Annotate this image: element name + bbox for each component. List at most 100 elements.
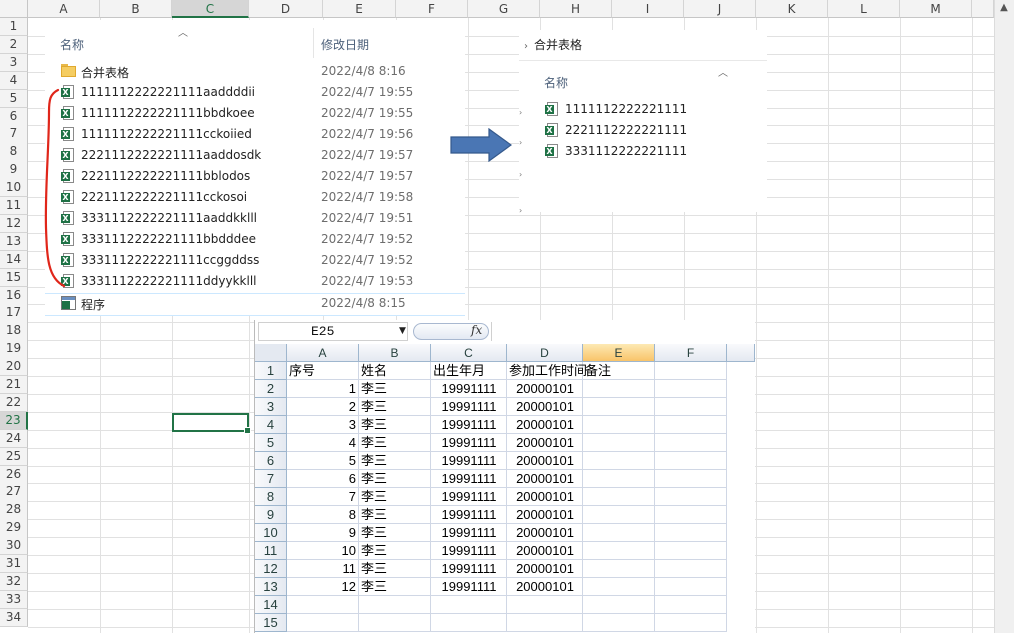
row-header-30[interactable]: 30 bbox=[0, 537, 28, 556]
data-cell[interactable]: 20000101 bbox=[507, 506, 583, 524]
data-cell[interactable]: 李三 bbox=[359, 416, 431, 434]
data-cell[interactable]: 19991111 bbox=[431, 470, 507, 488]
cell[interactable] bbox=[583, 560, 655, 578]
name-box[interactable]: E25 bbox=[258, 322, 408, 341]
file-row[interactable]: X 3331112222221111 bbox=[519, 142, 767, 163]
data-cell[interactable]: 19991111 bbox=[431, 434, 507, 452]
data-cell[interactable]: 20000101 bbox=[507, 524, 583, 542]
row-header-11[interactable]: 11 bbox=[0, 197, 28, 216]
tree-chevron-icon[interactable]: › bbox=[519, 108, 522, 117]
file-row[interactable]: 合并表格 2022/4/8 8:16 bbox=[45, 62, 465, 83]
cell[interactable] bbox=[583, 506, 655, 524]
cell[interactable] bbox=[287, 614, 359, 632]
file-row[interactable]: X 1111112222221111cckoiied 2022/4/7 19:56 bbox=[45, 125, 465, 146]
cell[interactable] bbox=[655, 596, 727, 614]
file-row[interactable]: X 2221112222221111aaddosdk 2022/4/7 19:57 bbox=[45, 146, 465, 167]
data-cell[interactable]: 李三 bbox=[359, 506, 431, 524]
row-header-17[interactable]: 17 bbox=[0, 304, 28, 323]
row-header-11[interactable]: 11 bbox=[255, 542, 287, 560]
data-cell[interactable]: 李三 bbox=[359, 560, 431, 578]
row-header-14[interactable]: 14 bbox=[255, 596, 287, 614]
data-cell[interactable]: 19991111 bbox=[431, 488, 507, 506]
cell[interactable] bbox=[655, 524, 727, 542]
cell[interactable] bbox=[431, 614, 507, 632]
data-cell[interactable]: 7 bbox=[287, 488, 359, 506]
row-header-1[interactable]: 1 bbox=[0, 18, 28, 37]
data-cell[interactable]: 19991111 bbox=[431, 452, 507, 470]
tree-chevron-icon[interactable]: › bbox=[519, 206, 522, 215]
column-header-j[interactable]: J bbox=[684, 0, 756, 18]
data-cell[interactable]: 李三 bbox=[359, 524, 431, 542]
cell[interactable] bbox=[583, 398, 655, 416]
column-header-f[interactable]: F bbox=[655, 344, 727, 362]
cell[interactable] bbox=[583, 524, 655, 542]
cell[interactable] bbox=[655, 434, 727, 452]
data-cell[interactable]: 3 bbox=[287, 416, 359, 434]
dropdown-arrow-icon[interactable]: ▼ bbox=[399, 326, 406, 336]
row-header-27[interactable]: 27 bbox=[0, 483, 28, 502]
select-all-corner[interactable] bbox=[0, 0, 28, 18]
row-header-32[interactable]: 32 bbox=[0, 572, 28, 592]
column-header-date[interactable]: 修改日期 bbox=[321, 36, 369, 53]
row-header-14[interactable]: 14 bbox=[0, 250, 28, 270]
row-header-22[interactable]: 22 bbox=[0, 393, 28, 413]
cell[interactable] bbox=[655, 380, 727, 398]
cell[interactable] bbox=[359, 614, 431, 632]
cell[interactable] bbox=[507, 596, 583, 614]
data-cell[interactable]: 20000101 bbox=[507, 542, 583, 560]
cell[interactable] bbox=[655, 506, 727, 524]
cell[interactable] bbox=[583, 488, 655, 506]
row-header-13[interactable]: 13 bbox=[255, 578, 287, 596]
row-header-21[interactable]: 21 bbox=[0, 376, 28, 395]
cell[interactable] bbox=[655, 488, 727, 506]
header-cell[interactable]: 备注 bbox=[583, 362, 655, 380]
file-row[interactable]: X 2221112222221111cckosoi 2022/4/7 19:58 bbox=[45, 188, 465, 209]
data-cell[interactable]: 20000101 bbox=[507, 560, 583, 578]
column-header-h[interactable]: H bbox=[540, 0, 612, 18]
column-header-name[interactable]: 名称 bbox=[544, 74, 568, 91]
data-cell[interactable]: 6 bbox=[287, 470, 359, 488]
row-header-20[interactable]: 20 bbox=[0, 358, 28, 377]
row-header-9[interactable]: 9 bbox=[0, 161, 28, 180]
data-cell[interactable]: 李三 bbox=[359, 434, 431, 452]
cell[interactable] bbox=[287, 596, 359, 614]
column-header-c[interactable]: C bbox=[172, 0, 249, 18]
cell[interactable] bbox=[507, 614, 583, 632]
cell[interactable] bbox=[583, 452, 655, 470]
file-row[interactable]: X 3331112222221111ccggddss 2022/4/7 19:52 bbox=[45, 251, 465, 272]
data-cell[interactable]: 19991111 bbox=[431, 560, 507, 578]
data-cell[interactable]: 20000101 bbox=[507, 416, 583, 434]
row-header-15[interactable]: 15 bbox=[255, 614, 287, 632]
cell[interactable] bbox=[583, 470, 655, 488]
file-row[interactable]: X 3331112222221111aaddkklll 2022/4/7 19:51 bbox=[45, 209, 465, 230]
select-all-corner[interactable] bbox=[255, 344, 287, 362]
row-header-4[interactable]: 4 bbox=[0, 71, 28, 91]
cell[interactable] bbox=[583, 614, 655, 632]
data-cell[interactable]: 李三 bbox=[359, 488, 431, 506]
cell[interactable] bbox=[583, 542, 655, 560]
cell[interactable] bbox=[655, 578, 727, 596]
cell[interactable] bbox=[583, 380, 655, 398]
data-cell[interactable]: 1 bbox=[287, 380, 359, 398]
file-row[interactable]: X 1111112222221111bbdkoee 2022/4/7 19:55 bbox=[45, 104, 465, 125]
row-header-4[interactable]: 4 bbox=[255, 416, 287, 434]
column-header-l[interactable]: L bbox=[828, 0, 900, 18]
formula-input[interactable] bbox=[491, 322, 754, 341]
file-row[interactable]: 程序 2022/4/8 8:15 bbox=[45, 293, 465, 316]
row-header-13[interactable]: 13 bbox=[0, 232, 28, 252]
data-cell[interactable]: 20000101 bbox=[507, 434, 583, 452]
column-header-m[interactable]: M bbox=[900, 0, 972, 18]
sort-ascending-icon[interactable]: ︿ bbox=[718, 64, 728, 79]
header-cell[interactable]: 出生年月 bbox=[431, 362, 507, 380]
row-header-5[interactable]: 5 bbox=[255, 434, 287, 452]
file-row[interactable]: X 2221112222221111 bbox=[519, 121, 767, 142]
cell[interactable] bbox=[655, 560, 727, 578]
cell[interactable] bbox=[655, 614, 727, 632]
data-cell[interactable]: 5 bbox=[287, 452, 359, 470]
data-cell[interactable]: 11 bbox=[287, 560, 359, 578]
data-cell[interactable]: 李三 bbox=[359, 470, 431, 488]
row-header-12[interactable]: 12 bbox=[0, 214, 28, 234]
column-header-a[interactable]: A bbox=[287, 344, 359, 362]
row-header-31[interactable]: 31 bbox=[0, 555, 28, 574]
cell[interactable] bbox=[431, 596, 507, 614]
